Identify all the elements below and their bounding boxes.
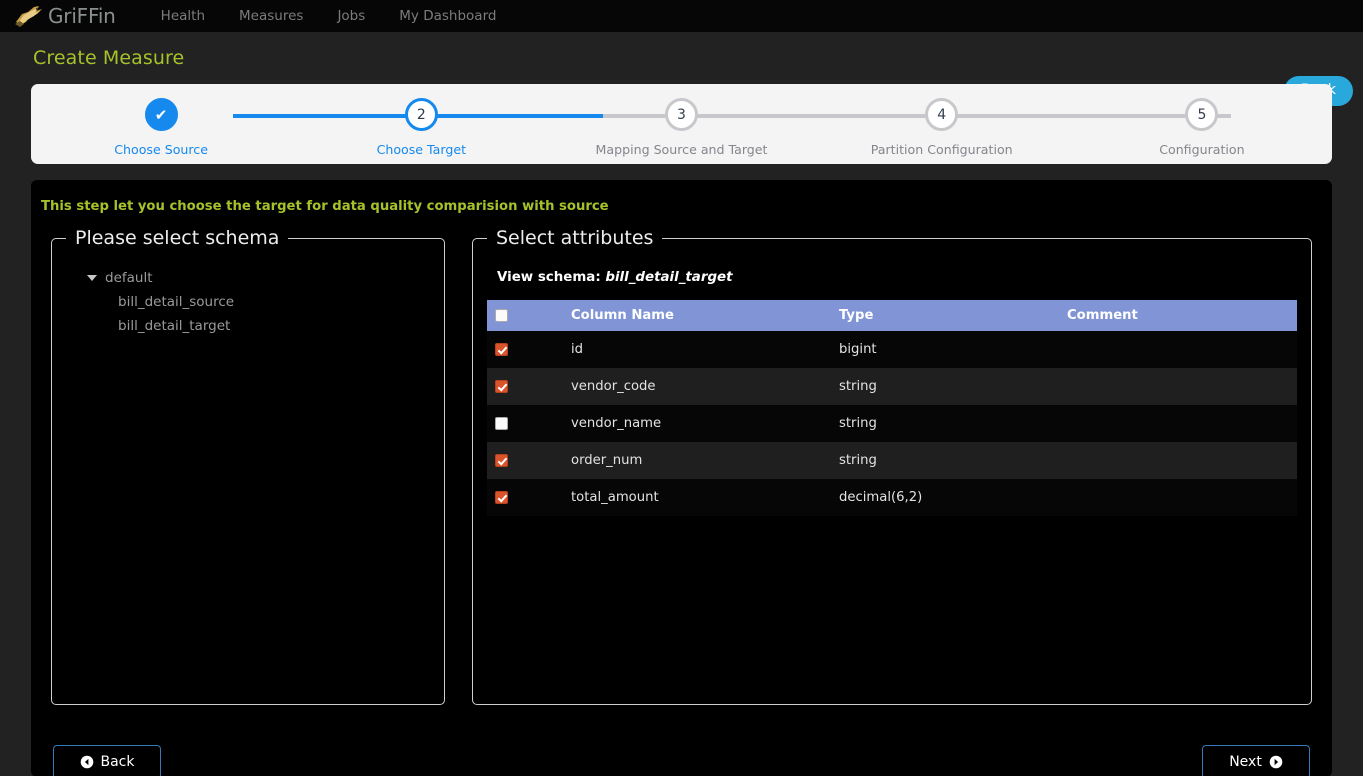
row-type: decimal(6,2) [839,490,923,505]
row-comment [1059,442,1297,479]
wizard-stepper: ✔ Choose Source 2 Choose Target 3 Mappin… [31,84,1332,164]
row-checkbox[interactable] [495,453,508,467]
wizard-next-label: Next [1229,754,1262,770]
brand-logo-link[interactable]: GriFFin [12,0,116,32]
stepper-step-1[interactable]: ✔ Choose Source [31,84,291,164]
table-row[interactable]: vendor_name string [487,405,1297,442]
row-comment [1059,368,1297,405]
schema-table-bill-detail-target[interactable]: bill_detail_target [87,314,430,338]
view-schema-line: View schema: bill_detail_target [487,261,1297,285]
stepper-step-5[interactable]: 5 Configuration [1072,84,1332,164]
header-column-name: Column Name [563,300,831,331]
nav-link-measures[interactable]: Measures [222,0,320,32]
schema-select-panel: Please select schema default bill_detail… [51,227,445,705]
row-column-name: order_num [571,453,643,468]
row-type: string [839,416,877,431]
wizard-back-button[interactable]: Back [53,745,161,776]
main-content-panel: This step let you choose the target for … [31,180,1332,776]
attributes-panel: Select attributes View schema: bill_deta… [472,227,1312,705]
step-4-circle: 4 [925,98,959,131]
nav-link-my-dashboard[interactable]: My Dashboard [382,0,513,32]
step-5-label: Configuration [1159,142,1245,157]
attributes-table-body: id bigint vendor_code string vendor_name… [487,331,1297,516]
arrow-circle-right-icon [1269,755,1283,769]
stepper-step-4[interactable]: 4 Partition Configuration [812,84,1072,164]
row-type: bigint [839,342,877,357]
step-2-circle: 2 [404,98,438,131]
row-checkbox-cell [487,405,563,442]
view-schema-label: View schema: [497,270,601,285]
row-comment [1059,479,1297,516]
step-2-label: Choose Target [376,142,467,157]
row-type: string [839,453,877,468]
table-row[interactable]: vendor_code string [487,368,1297,405]
schema-panel-legend: Please select schema [75,227,280,249]
row-comment [1059,405,1297,442]
header-comment: Comment [1059,300,1297,331]
row-checkbox[interactable] [495,379,508,393]
step-hint-text: This step let you choose the target for … [41,199,609,214]
caret-down-icon[interactable] [87,275,97,281]
step-5-circle: 5 [1185,98,1219,131]
step-1-label: Choose Source [114,142,208,157]
schema-table-bill-detail-source[interactable]: bill_detail_source [87,290,430,314]
schema-tree: default bill_detail_source bill_detail_t… [66,261,430,338]
step-3-label: Mapping Source and Target [595,142,768,157]
nav-link-health[interactable]: Health [144,0,222,32]
row-checkbox[interactable] [495,342,508,356]
select-all-header [487,300,563,331]
row-checkbox-cell [487,331,563,368]
arrow-circle-left-icon [80,755,93,769]
step-4-label: Partition Configuration [870,142,1013,157]
row-checkbox-cell [487,368,563,405]
step-1-circle: ✔ [144,98,178,131]
stepper-step-3[interactable]: 3 Mapping Source and Target [551,84,811,164]
row-type: string [839,379,877,394]
row-column-name: total_amount [571,490,659,505]
page-subheader: Create Measure Back [0,32,1363,106]
header-type: Type [831,300,1059,331]
wizard-back-label: Back [100,754,135,770]
griffin-logo-icon [15,6,42,27]
row-column-name: vendor_name [571,416,662,431]
table-row[interactable]: id bigint [487,331,1297,368]
row-comment [1059,331,1297,368]
table-row[interactable]: total_amount decimal(6,2) [487,479,1297,516]
attributes-table: Column Name Type Comment id bigint vendo… [487,300,1297,516]
panel-columns: Please select schema default bill_detail… [31,214,1332,705]
brand-name: GriFFin [48,4,116,28]
table-row[interactable]: order_num string [487,442,1297,479]
schema-tree-root[interactable]: default [87,266,430,290]
stepper-step-2[interactable]: 2 Choose Target [291,84,551,164]
row-checkbox-cell [487,479,563,516]
nav-links: Health Measures Jobs My Dashboard [144,0,514,32]
nav-link-jobs[interactable]: Jobs [320,0,382,32]
top-navbar: GriFFin Health Measures Jobs My Dashboar… [0,0,1363,32]
page-title: Create Measure [33,47,185,69]
step-3-circle: 3 [665,98,698,131]
attributes-table-head: Column Name Type Comment [487,300,1297,331]
row-column-name: id [571,342,584,357]
wizard-footer: Back Next [31,733,1332,776]
attributes-panel-legend: Select attributes [496,227,654,249]
table-header-row: Column Name Type Comment [487,300,1297,331]
row-checkbox[interactable] [495,416,508,430]
schema-root-label: default [105,270,153,286]
stepper-steps: ✔ Choose Source 2 Choose Target 3 Mappin… [31,84,1332,164]
row-checkbox[interactable] [495,490,508,504]
wizard-next-button[interactable]: Next [1202,745,1310,776]
view-schema-value: bill_detail_target [605,270,733,285]
row-checkbox-cell [487,442,563,479]
row-column-name: vendor_code [571,379,656,394]
select-all-checkbox[interactable] [495,308,508,322]
